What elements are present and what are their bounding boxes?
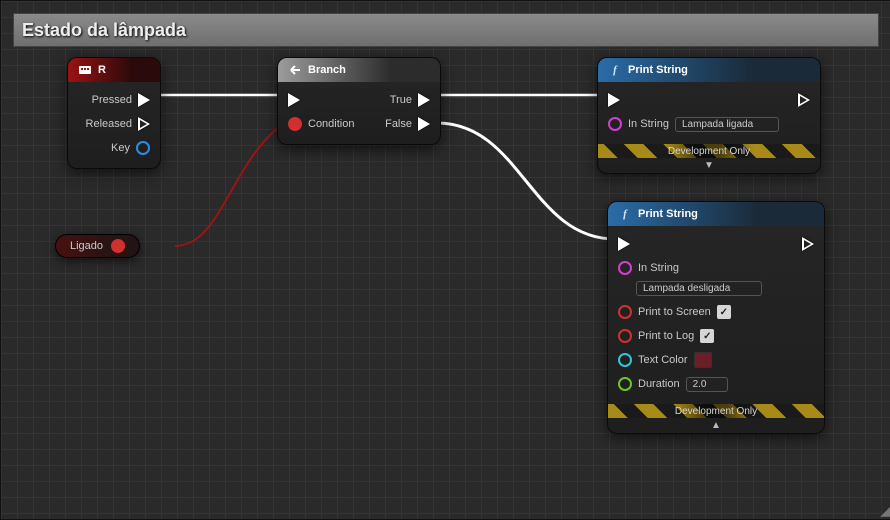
key-event-icon [78, 63, 92, 77]
print-false-instring-pin[interactable] [618, 261, 632, 275]
text-color-swatch[interactable] [694, 352, 712, 368]
duration-input[interactable] [686, 377, 728, 392]
pin-true-label: True [390, 94, 412, 106]
pin-released-label: Released [86, 118, 132, 130]
node-branch-title: Branch [308, 64, 346, 76]
function-icon-2: f [618, 207, 632, 221]
collapse-chevron-2[interactable]: ▲ [608, 418, 824, 433]
print-false-exec-in[interactable] [618, 237, 630, 251]
comment-title: Estado da lâmpada [22, 20, 186, 41]
function-icon: f [608, 63, 622, 77]
dev-only-strip-2: Development Only [608, 404, 824, 418]
text-color-label: Text Color [638, 354, 688, 366]
pin-duration[interactable] [618, 377, 632, 391]
print-true-exec-in[interactable] [608, 93, 620, 107]
dev-only-text-2: Development Only [675, 406, 757, 417]
pin-text-color[interactable] [618, 353, 632, 367]
print-to-screen-check[interactable]: ✓ [717, 305, 731, 319]
print-to-screen-label: Print to Screen [638, 306, 711, 318]
print-true-exec-out[interactable] [798, 93, 810, 107]
pin-pressed-exec[interactable] [138, 93, 150, 107]
node-print-false-header[interactable]: f Print String [608, 202, 824, 226]
node-key-r-header[interactable]: R [68, 58, 160, 82]
pin-print-to-screen[interactable] [618, 305, 632, 319]
print-false-instring-input[interactable] [636, 281, 762, 296]
pin-true-exec[interactable] [418, 93, 430, 107]
node-print-true-header[interactable]: f Print String [598, 58, 820, 82]
pin-false-label: False [385, 118, 412, 130]
blueprint-canvas[interactable]: Estado da lâmpada R Pressed Released Key… [0, 0, 890, 520]
print-false-exec-out[interactable] [802, 237, 814, 251]
pin-released-exec[interactable] [138, 117, 150, 131]
print-true-instring-pin[interactable] [608, 117, 622, 131]
print-false-instring-label: In String [638, 262, 679, 274]
comment-title-bar[interactable]: Estado da lâmpada [13, 13, 879, 47]
node-print-true-title: Print String [628, 64, 688, 76]
pin-condition-data[interactable] [288, 117, 302, 131]
dev-only-text-1: Development Only [668, 146, 750, 157]
node-branch-header[interactable]: Branch [278, 58, 440, 82]
pin-key-label: Key [111, 142, 130, 154]
variable-out-pin[interactable] [111, 239, 125, 253]
node-print-true[interactable]: f Print String In String Development Onl… [597, 57, 821, 174]
node-print-false[interactable]: f Print String In String Print to Screen… [607, 201, 825, 434]
print-to-log-label: Print to Log [638, 330, 694, 342]
expand-chevron-1[interactable]: ▼ [598, 158, 820, 173]
node-branch[interactable]: Branch True Condition False [277, 57, 441, 145]
pin-key-data[interactable] [136, 141, 150, 155]
variable-label: Ligado [70, 240, 103, 252]
pin-pressed-label: Pressed [92, 94, 132, 106]
variable-node-ligado[interactable]: Ligado [55, 234, 140, 258]
pin-print-to-log[interactable] [618, 329, 632, 343]
node-print-false-title: Print String [638, 208, 698, 220]
duration-label: Duration [638, 378, 680, 390]
resize-grip-icon: ◢ [880, 505, 887, 515]
branch-icon [288, 63, 302, 77]
print-true-instring-label: In String [628, 118, 669, 130]
pin-condition-label: Condition [308, 118, 354, 130]
pin-false-exec[interactable] [418, 117, 430, 131]
node-key-r[interactable]: R Pressed Released Key [67, 57, 161, 169]
print-true-instring-input[interactable] [675, 117, 779, 132]
node-key-r-title: R [98, 64, 106, 76]
branch-exec-in[interactable] [288, 93, 300, 107]
print-to-log-check[interactable]: ✓ [700, 329, 714, 343]
dev-only-strip-1: Development Only [598, 144, 820, 158]
